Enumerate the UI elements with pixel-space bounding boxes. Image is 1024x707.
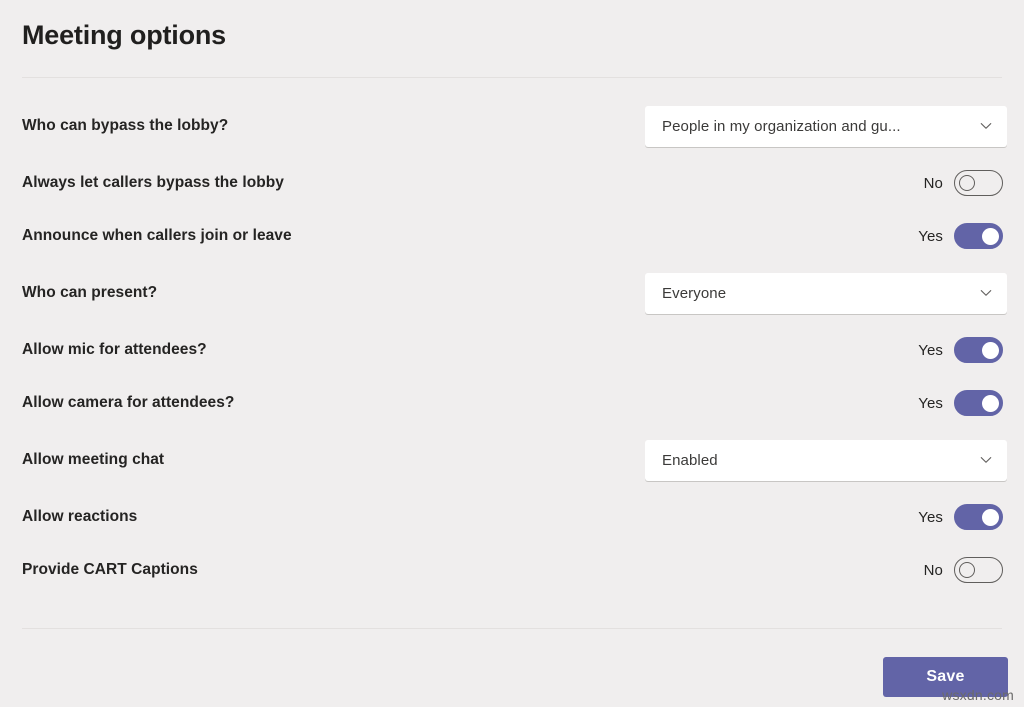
dropdown-who-can-bypass-lobby[interactable]: People in my organization and gu... <box>645 105 1007 147</box>
dropdown-value-allow-meeting-chat: Enabled <box>662 451 718 469</box>
toggle-switch-always-let-callers-bypass-lobby[interactable] <box>954 170 1003 196</box>
chevron-down-icon <box>979 453 993 467</box>
dropdown-value-who-can-bypass-lobby: People in my organization and gu... <box>662 117 901 135</box>
toggle-announce-callers-join-leave[interactable]: Yes <box>918 223 1003 249</box>
toggle-switch-provide-cart-captions[interactable] <box>954 557 1003 583</box>
chevron-down-icon <box>979 286 993 300</box>
toggle-knob <box>981 341 999 359</box>
option-row-always-let-callers-bypass-lobby: Always let callers bypass the lobby No <box>0 161 1024 205</box>
toggle-switch-allow-mic-for-attendees[interactable] <box>954 337 1003 363</box>
toggle-knob <box>981 394 999 412</box>
option-label-provide-cart-captions: Provide CART Captions <box>22 561 198 578</box>
option-row-allow-camera-for-attendees: Allow camera for attendees? Yes <box>0 381 1024 425</box>
option-label-who-can-bypass-lobby: Who can bypass the lobby? <box>22 117 229 134</box>
option-row-who-can-present: Who can present? Everyone <box>0 271 1024 315</box>
watermark: wsxdn.com <box>942 687 1014 703</box>
option-label-allow-meeting-chat: Allow meeting chat <box>22 451 165 468</box>
option-label-allow-mic-for-attendees: Allow mic for attendees? <box>22 341 207 358</box>
footer-divider <box>22 628 1002 629</box>
toggle-knob <box>981 508 999 526</box>
page-title: Meeting options <box>22 20 226 50</box>
toggle-knob <box>958 174 975 191</box>
option-label-always-let-callers-bypass-lobby: Always let callers bypass the lobby <box>22 174 284 191</box>
meeting-options-page: Meeting options Who can bypass the lobby… <box>0 0 1024 707</box>
dropdown-who-can-present[interactable]: Everyone <box>645 272 1007 314</box>
toggle-allow-mic-for-attendees[interactable]: Yes <box>918 337 1003 363</box>
toggle-state-label-allow-mic-for-attendees: Yes <box>918 341 943 359</box>
toggle-allow-camera-for-attendees[interactable]: Yes <box>918 390 1003 416</box>
toggle-always-let-callers-bypass-lobby[interactable]: No <box>924 170 1003 196</box>
option-label-who-can-present: Who can present? <box>22 284 158 301</box>
dropdown-allow-meeting-chat[interactable]: Enabled <box>645 439 1007 481</box>
option-row-allow-mic-for-attendees: Allow mic for attendees? Yes <box>0 328 1024 372</box>
toggle-allow-reactions[interactable]: Yes <box>918 504 1003 530</box>
header-divider <box>22 77 1002 78</box>
toggle-state-label-provide-cart-captions: No <box>923 561 943 579</box>
option-row-provide-cart-captions: Provide CART Captions No <box>0 548 1024 592</box>
chevron-down-icon <box>979 119 993 133</box>
option-label-announce-callers-join-leave: Announce when callers join or leave <box>22 227 292 244</box>
dropdown-value-who-can-present: Everyone <box>662 284 727 302</box>
toggle-knob <box>981 227 999 245</box>
toggle-switch-allow-camera-for-attendees[interactable] <box>954 390 1003 416</box>
toggle-switch-allow-reactions[interactable] <box>954 504 1003 530</box>
toggle-state-label-announce-callers-join-leave: Yes <box>918 227 943 245</box>
option-row-allow-reactions: Allow reactions Yes <box>0 495 1024 539</box>
toggle-state-label-allow-camera-for-attendees: Yes <box>918 394 943 412</box>
option-row-announce-callers-join-leave: Announce when callers join or leave Yes <box>0 214 1024 258</box>
toggle-switch-announce-callers-join-leave[interactable] <box>954 223 1003 249</box>
toggle-knob <box>958 561 975 578</box>
toggle-provide-cart-captions[interactable]: No <box>924 557 1003 583</box>
option-label-allow-reactions: Allow reactions <box>22 508 138 525</box>
option-label-allow-camera-for-attendees: Allow camera for attendees? <box>22 394 235 411</box>
option-row-who-can-bypass-lobby: Who can bypass the lobby? People in my or… <box>0 104 1024 148</box>
toggle-state-label-allow-reactions: Yes <box>918 508 943 526</box>
toggle-state-label-always-let-callers-bypass-lobby: No <box>923 174 943 192</box>
option-row-allow-meeting-chat: Allow meeting chat Enabled <box>0 438 1024 482</box>
